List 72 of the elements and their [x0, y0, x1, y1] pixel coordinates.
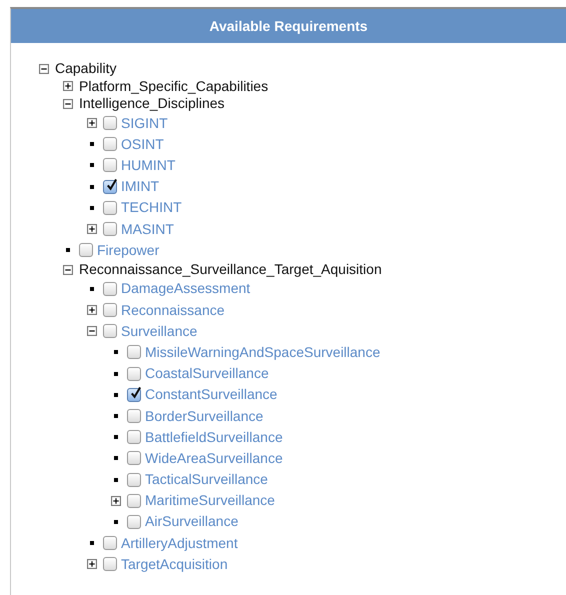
- collapse-icon[interactable]: [63, 98, 73, 109]
- checkbox[interactable]: [103, 158, 117, 172]
- collapse-icon[interactable]: [87, 326, 97, 336]
- bullet-icon: [90, 206, 94, 210]
- checkbox[interactable]: [103, 116, 117, 130]
- tree-node-label[interactable]: Intelligence_Disciplines: [79, 95, 225, 112]
- expand-icon[interactable]: [87, 118, 97, 128]
- checkbox[interactable]: [127, 366, 141, 381]
- requirement-link[interactable]: OSINT: [121, 136, 164, 153]
- requirement-link[interactable]: TacticalSurveillance: [145, 471, 268, 488]
- panel-title: Available Requirements: [209, 18, 368, 34]
- bullet-icon: [114, 478, 118, 482]
- expand-icon[interactable]: [63, 81, 73, 92]
- checkbox[interactable]: [103, 200, 117, 215]
- requirement-link[interactable]: MissileWarningAndSpaceSurveillance: [145, 344, 380, 361]
- expand-icon[interactable]: [87, 559, 97, 570]
- tree-node-label[interactable]: Platform_Specific_Capabilities: [79, 78, 268, 95]
- bullet-icon: [114, 456, 118, 460]
- requirement-link[interactable]: ConstantSurveillance: [145, 386, 278, 404]
- checkbox[interactable]: [103, 137, 117, 152]
- bullet-icon: [114, 372, 118, 376]
- checkbox[interactable]: [127, 409, 141, 424]
- checkbox[interactable]: [103, 222, 117, 236]
- requirement-link[interactable]: ArtilleryAdjustment: [121, 534, 238, 552]
- requirement-link[interactable]: BorderSurveillance: [145, 408, 264, 425]
- checkbox[interactable]: [127, 472, 141, 487]
- checkbox[interactable]: [127, 494, 141, 508]
- bullet-icon: [90, 286, 94, 291]
- bullet-icon: [66, 248, 70, 252]
- requirement-link[interactable]: Firepower: [97, 242, 160, 259]
- requirement-link[interactable]: SIGINT: [121, 114, 168, 132]
- checkbox[interactable]: [103, 557, 117, 572]
- expand-icon[interactable]: [87, 224, 97, 234]
- bullet-icon: [114, 350, 118, 354]
- requirement-link[interactable]: Surveillance: [121, 322, 198, 340]
- requirement-link[interactable]: TargetAcquisition: [121, 556, 228, 573]
- checkbox[interactable]: [103, 180, 117, 194]
- requirement-link[interactable]: HUMINT: [121, 156, 176, 174]
- bullet-icon: [114, 520, 118, 524]
- bullet-icon: [90, 541, 94, 546]
- bullet-icon: [114, 435, 118, 440]
- bullet-icon: [90, 142, 94, 146]
- checkbox[interactable]: [127, 514, 141, 529]
- checkbox[interactable]: [127, 345, 141, 360]
- checkbox[interactable]: [103, 536, 117, 550]
- checkbox[interactable]: [103, 324, 117, 338]
- requirement-link[interactable]: WideAreaSurveillance: [145, 450, 283, 467]
- requirement-link[interactable]: TECHINT: [121, 199, 182, 216]
- requirement-link[interactable]: AirSurveillance: [145, 513, 238, 530]
- bullet-icon: [90, 184, 94, 189]
- bullet-icon: [114, 392, 118, 397]
- checkbox[interactable]: [127, 388, 141, 402]
- requirement-link[interactable]: Reconnaissance: [121, 302, 225, 319]
- checkbox[interactable]: [127, 430, 141, 444]
- requirement-link[interactable]: CoastalSurveillance: [145, 365, 269, 382]
- checkbox[interactable]: [103, 303, 117, 318]
- bullet-icon: [114, 414, 118, 418]
- requirement-link[interactable]: MASINT: [121, 220, 174, 238]
- collapse-icon[interactable]: [39, 64, 49, 74]
- tree-node-label[interactable]: Capability: [55, 60, 116, 78]
- requirement-link[interactable]: MaritimeSurveillance: [145, 492, 275, 510]
- tree-node-label[interactable]: Reconnaissance_Surveillance_Target_Aquisition: [79, 261, 382, 278]
- bullet-icon: [90, 163, 94, 168]
- checkbox[interactable]: [79, 243, 93, 258]
- expand-icon[interactable]: [111, 496, 121, 506]
- requirement-link[interactable]: DamageAssessment: [121, 280, 250, 298]
- checkbox[interactable]: [127, 451, 141, 466]
- expand-icon[interactable]: [87, 305, 97, 316]
- checkbox[interactable]: [103, 282, 117, 296]
- requirement-link[interactable]: BattlefieldSurveillance: [145, 428, 283, 446]
- requirement-link[interactable]: IMINT: [121, 178, 160, 196]
- collapse-icon[interactable]: [63, 264, 73, 275]
